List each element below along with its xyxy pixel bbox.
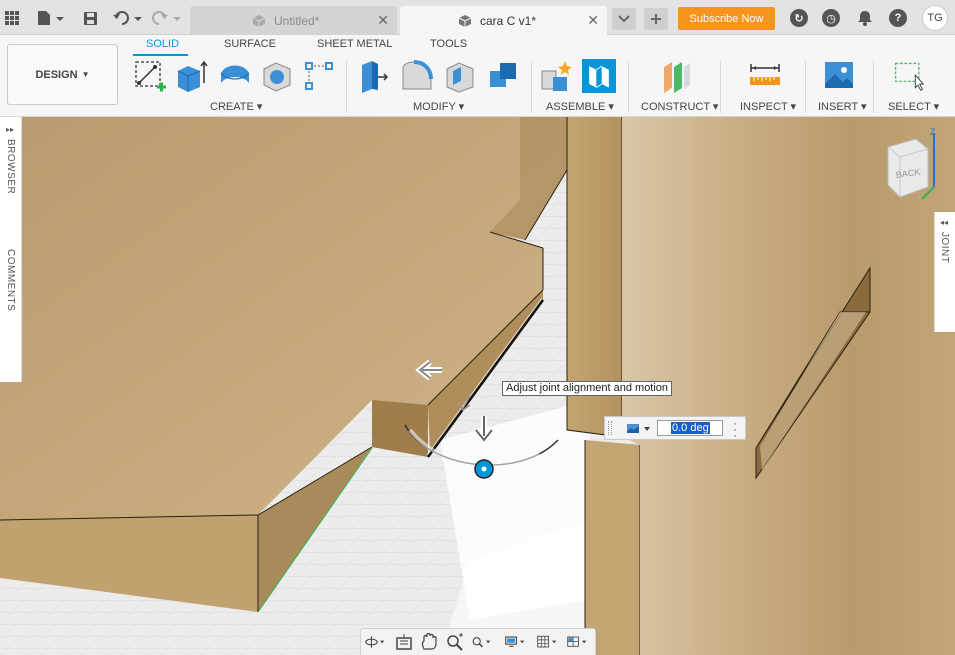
pan-hand-icon[interactable]	[419, 633, 439, 651]
measure-type-dropdown-icon[interactable]	[627, 422, 653, 436]
joint-origin-dot	[481, 466, 487, 472]
window-select-icon[interactable]	[892, 59, 926, 93]
create-menu[interactable]: CREATE ▾	[210, 100, 262, 113]
canvas-viewport[interactable]: BACK Z	[0, 117, 955, 655]
tab-tools[interactable]: TOOLS	[430, 38, 467, 50]
app-grid-icon[interactable]	[4, 8, 20, 28]
modify-menu-label: MODIFY	[413, 101, 456, 113]
divider	[720, 61, 721, 113]
inspect-menu[interactable]: INSPECT ▾	[740, 100, 796, 113]
insert-menu-label: INSERT	[818, 101, 858, 113]
close-icon[interactable]: ✕	[377, 12, 389, 29]
new-component-icon[interactable]	[539, 59, 573, 93]
tab-surface[interactable]: SURFACE	[224, 38, 276, 50]
zoom-icon[interactable]	[445, 633, 465, 651]
axis-label: Z	[930, 127, 936, 137]
divider	[873, 61, 874, 113]
workspace-label: DESIGN	[35, 68, 78, 81]
construct-menu[interactable]: CONSTRUCT ▾	[641, 100, 718, 113]
construct-menu-label: CONSTRUCT	[641, 101, 710, 113]
select-menu-label: SELECT	[888, 101, 931, 113]
viewports-icon[interactable]	[567, 633, 587, 651]
tab-overflow-chevron-icon[interactable]	[612, 8, 636, 30]
assemble-menu[interactable]: ASSEMBLE ▾	[546, 100, 614, 113]
notifications-bell-icon[interactable]	[856, 8, 874, 28]
redo-icon[interactable]	[151, 8, 183, 28]
divider	[628, 61, 629, 113]
tab-end-face	[372, 400, 428, 457]
assemble-menu-label: ASSEMBLE	[546, 101, 606, 113]
expand-arrows-icon[interactable]: ▸▸	[6, 125, 14, 134]
tab-cara-c[interactable]: cara C v1* ✕	[400, 6, 607, 35]
chevron-down-icon: ▼	[81, 70, 90, 79]
more-options-icon[interactable]: · · ·	[733, 417, 737, 441]
tab-solid[interactable]: SOLID	[146, 38, 179, 50]
viewcube[interactable]: BACK Z	[884, 127, 942, 205]
angle-input-widget: 0.0 deg · · ·	[604, 416, 746, 441]
tab-label: Untitled*	[274, 13, 320, 28]
shell-icon[interactable]	[443, 59, 477, 93]
tab-bar: Untitled* ✕ cara C v1* ✕ Subscribe Now ↻…	[0, 0, 955, 35]
look-at-icon[interactable]	[395, 633, 415, 651]
file-menu-icon[interactable]	[36, 8, 66, 28]
orbit-icon[interactable]	[365, 633, 385, 651]
active-tab-indicator	[133, 54, 188, 56]
grid-settings-icon[interactable]	[537, 633, 557, 651]
browser-label[interactable]: BROWSER	[5, 139, 16, 194]
joint-panel-collapsed[interactable]: ◂◂ JOINT	[934, 212, 955, 332]
create-sketch-icon[interactable]	[133, 59, 167, 93]
tab-untitled[interactable]: Untitled* ✕	[190, 6, 397, 35]
divider	[805, 61, 806, 113]
history-clock-icon[interactable]: ◷	[822, 9, 840, 27]
tab-label: cara C v1*	[480, 13, 537, 28]
tab-sheet-metal[interactable]: SHEET METAL	[317, 38, 392, 50]
drag-handle-icon[interactable]	[608, 421, 612, 435]
angle-value-input[interactable]: 0.0 deg	[657, 420, 723, 436]
joint-panel-label[interactable]: JOINT	[939, 232, 950, 263]
document-cube-icon	[252, 14, 266, 27]
pattern-icon[interactable]	[302, 59, 336, 93]
hole-icon[interactable]	[260, 59, 294, 93]
undo-icon[interactable]	[112, 8, 144, 28]
fillet-icon[interactable]	[400, 59, 434, 93]
close-icon[interactable]: ✕	[587, 12, 599, 29]
avatar[interactable]: TG	[922, 5, 948, 31]
save-icon[interactable]	[80, 8, 100, 28]
inspect-menu-label: INSPECT	[740, 101, 788, 113]
toolbar-ribbon: DESIGN ▼ SOLID SURFACE SHEET METAL TOOLS…	[0, 35, 955, 117]
combine-icon[interactable]	[486, 59, 520, 93]
post-lower-face[interactable]	[585, 440, 640, 655]
revolve-icon[interactable]	[218, 59, 252, 93]
insert-image-icon[interactable]	[822, 59, 856, 93]
joint-icon[interactable]	[582, 59, 616, 93]
tooltip: Adjust joint alignment and motion	[502, 381, 673, 396]
display-settings-icon[interactable]	[505, 633, 525, 651]
job-status-icon[interactable]: ↻	[790, 9, 808, 27]
comments-label[interactable]: COMMENTS	[5, 249, 16, 311]
offset-plane-icon[interactable]	[660, 59, 694, 93]
subscribe-button[interactable]: Subscribe Now	[678, 7, 775, 30]
divider	[346, 61, 347, 113]
workspace-switcher[interactable]: DESIGN ▼	[7, 44, 118, 105]
create-menu-label: CREATE	[210, 101, 254, 113]
insert-menu[interactable]: INSERT ▾	[818, 100, 867, 113]
new-tab-plus-icon[interactable]	[644, 8, 668, 30]
press-pull-icon[interactable]	[356, 59, 390, 93]
help-icon[interactable]: ?	[889, 9, 907, 27]
collapse-arrows-icon[interactable]: ◂◂	[940, 218, 948, 227]
browser-panel-collapsed[interactable]: ▸▸ BROWSER COMMENTS	[0, 117, 22, 382]
document-cube-icon	[458, 14, 472, 27]
fit-window-icon[interactable]	[471, 633, 491, 651]
model-canvas[interactable]	[0, 117, 955, 655]
measure-icon[interactable]	[748, 59, 782, 93]
angle-value: 0.0 deg	[671, 422, 710, 434]
select-menu[interactable]: SELECT ▾	[888, 100, 939, 113]
navigation-bar	[360, 628, 596, 655]
extrude-icon[interactable]	[174, 59, 208, 93]
divider	[531, 61, 532, 113]
modify-menu[interactable]: MODIFY ▾	[413, 100, 464, 113]
